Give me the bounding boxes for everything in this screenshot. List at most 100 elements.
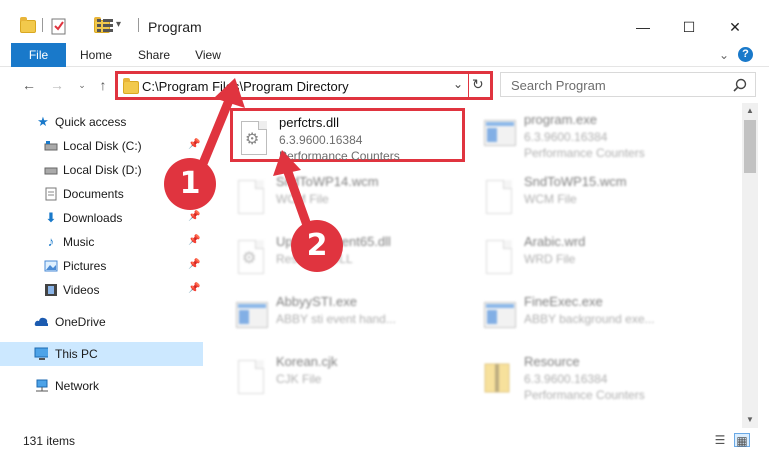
back-arrow-icon[interactable]: ← — [19, 76, 39, 94]
network-icon — [36, 379, 48, 392]
pin-icon[interactable]: 📌 — [188, 235, 200, 246]
exe-icon — [233, 296, 268, 336]
search-icon[interactable] — [733, 78, 747, 92]
search-box[interactable]: Search Program — [500, 72, 756, 97]
title-bar: ▾ Program — ☐ ✕ — [0, 0, 769, 40]
file-item[interactable]: AbbyySTI.exe ABBY sti event hand... — [230, 290, 465, 344]
file-name: Resource — [524, 354, 580, 369]
file-name: SndToWP14.wcm — [276, 174, 379, 189]
file-name: Korean.cjk — [276, 354, 338, 369]
computer-icon — [34, 347, 48, 360]
pin-icon[interactable]: 📌 — [188, 283, 200, 294]
nav-item-local-disk-c[interactable]: Local Disk (C:) 📌 — [0, 134, 203, 158]
file-item[interactable]: Resource 6.3.9600.16384 Performance Coun… — [478, 350, 713, 404]
recent-locations-chevron-icon[interactable]: ⌄ — [72, 76, 92, 94]
forward-arrow-icon[interactable]: → — [47, 76, 67, 94]
dll-gear-icon: ⚙ — [236, 117, 270, 157]
nav-label: Local Disk (C:) — [63, 139, 142, 153]
nav-item-videos[interactable]: Videos 📌 — [0, 278, 203, 302]
file-item[interactable]: program.exe 6.3.9600.16384 Performance C… — [478, 108, 713, 162]
close-button[interactable]: ✕ — [712, 12, 758, 42]
tab-home[interactable]: Home — [76, 43, 116, 67]
scroll-down-icon[interactable]: ▼ — [742, 412, 758, 428]
navigation-pane: ★ Quick access Local Disk (C:) 📌 Local D… — [0, 103, 208, 428]
address-bar[interactable]: C:\Program Files\Program Directory ⌄ ↻ — [115, 71, 493, 100]
tab-share[interactable]: Share — [134, 43, 174, 67]
star-icon: ★ — [37, 114, 49, 129]
cloud-icon — [34, 317, 48, 326]
step-badge-2: 2 — [291, 220, 343, 272]
music-icon: ♪ — [47, 234, 55, 249]
nav-label: Local Disk (D:) — [63, 163, 142, 177]
file-version: 6.3.9600.16384 — [524, 372, 608, 386]
nav-item-network[interactable]: Network — [0, 374, 203, 398]
pin-icon[interactable]: 📌 — [188, 211, 200, 222]
expand-ribbon-icon[interactable]: ⌄ — [716, 43, 732, 67]
file-description: ABBY background exe... — [524, 312, 655, 326]
drive-icon — [44, 167, 58, 175]
tab-view[interactable]: View — [190, 43, 226, 67]
folder-icon — [20, 17, 36, 33]
chevron-down-icon[interactable]: ▾ — [116, 19, 121, 37]
nav-item-this-pc[interactable]: This PC — [0, 342, 203, 366]
nav-item-pictures[interactable]: Pictures 📌 — [0, 254, 203, 278]
nav-label: OneDrive — [55, 315, 106, 329]
vertical-scrollbar[interactable]: ▲ ▼ — [742, 103, 758, 428]
customize-toolbar-icon[interactable] — [96, 18, 114, 36]
details-view-icon[interactable]: ☰ — [712, 433, 728, 447]
videos-icon — [45, 284, 57, 296]
tiles-view-icon[interactable]: ▦ — [734, 433, 750, 448]
chevron-down-icon[interactable]: ⌄ — [453, 77, 463, 91]
document-icon — [233, 356, 267, 396]
help-icon[interactable]: ? — [738, 47, 753, 62]
nav-item-downloads[interactable]: ⬇ Downloads 📌 — [0, 206, 203, 230]
scroll-thumb[interactable] — [744, 120, 756, 173]
file-type: WCM File — [524, 192, 577, 206]
search-input[interactable]: Search Program — [511, 78, 606, 93]
refresh-icon[interactable]: ↻ — [472, 76, 484, 93]
nav-label: This PC — [55, 347, 98, 361]
file-item[interactable]: Korean.cjk CJK File — [230, 350, 465, 404]
minimize-button[interactable]: — — [620, 12, 666, 42]
file-name: program.exe — [524, 112, 597, 127]
nav-item-quick-access[interactable]: ★ Quick access — [0, 110, 203, 134]
file-item[interactable]: FineExec.exe ABBY background exe... — [478, 290, 713, 344]
drive-icon — [44, 141, 58, 151]
nav-label: Music — [63, 235, 95, 249]
file-explorer-window: ▾ Program — ☐ ✕ File Home Share View ⌄ ?… — [0, 0, 769, 464]
pin-icon[interactable]: 📌 — [188, 259, 200, 270]
divider — [468, 74, 469, 97]
file-version: 6.3.9600.16384 — [279, 133, 363, 147]
file-description: ABBY sti event hand... — [276, 312, 396, 326]
file-item[interactable]: Arabic.wrd WRD File — [478, 230, 713, 284]
download-icon: ⬇ — [45, 210, 57, 225]
up-arrow-icon[interactable]: ↑ — [93, 76, 113, 94]
pin-icon[interactable]: 📌 — [188, 139, 200, 150]
dll-gear-icon: ⚙ — [233, 236, 267, 276]
file-description: Performance Counters — [279, 149, 400, 163]
tab-file[interactable]: File — [11, 43, 66, 67]
address-path[interactable]: C:\Program Files\Program Directory — [142, 79, 349, 94]
file-name: perfctrs.dll — [279, 115, 339, 130]
file-item[interactable]: SndToWP15.wcm WCM File — [478, 170, 713, 224]
status-bar: 131 items ☰ ▦ — [0, 428, 769, 464]
scroll-up-icon[interactable]: ▲ — [742, 103, 758, 119]
maximize-button[interactable]: ☐ — [666, 12, 712, 42]
ribbon-tabs: File Home Share View ⌄ ? — [0, 43, 769, 67]
file-name: AbbyySTI.exe — [276, 294, 357, 309]
exe-icon — [481, 114, 516, 154]
documents-icon — [45, 187, 57, 201]
archive-icon — [484, 363, 510, 393]
file-type: WCM File — [276, 192, 329, 206]
properties-icon[interactable] — [51, 17, 67, 35]
nav-item-music[interactable]: ♪ Music 📌 — [0, 230, 203, 254]
exe-icon — [481, 296, 516, 336]
file-name: FineExec.exe — [524, 294, 603, 309]
divider — [42, 18, 43, 32]
address-row: ← → ⌄ ↑ C:\Program Files\Program Directo… — [0, 67, 769, 103]
file-item[interactable]: ⚙ UpgradeAgent65.dll Resource DLL — [230, 230, 465, 284]
nav-item-onedrive[interactable]: OneDrive — [0, 310, 203, 334]
file-item[interactable]: SndToWP14.wcm WCM File — [230, 170, 465, 224]
file-item-perfctrs-dll[interactable]: ⚙ perfctrs.dll 6.3.9600.16384 Performanc… — [230, 108, 465, 163]
window-title: Program — [148, 19, 202, 35]
